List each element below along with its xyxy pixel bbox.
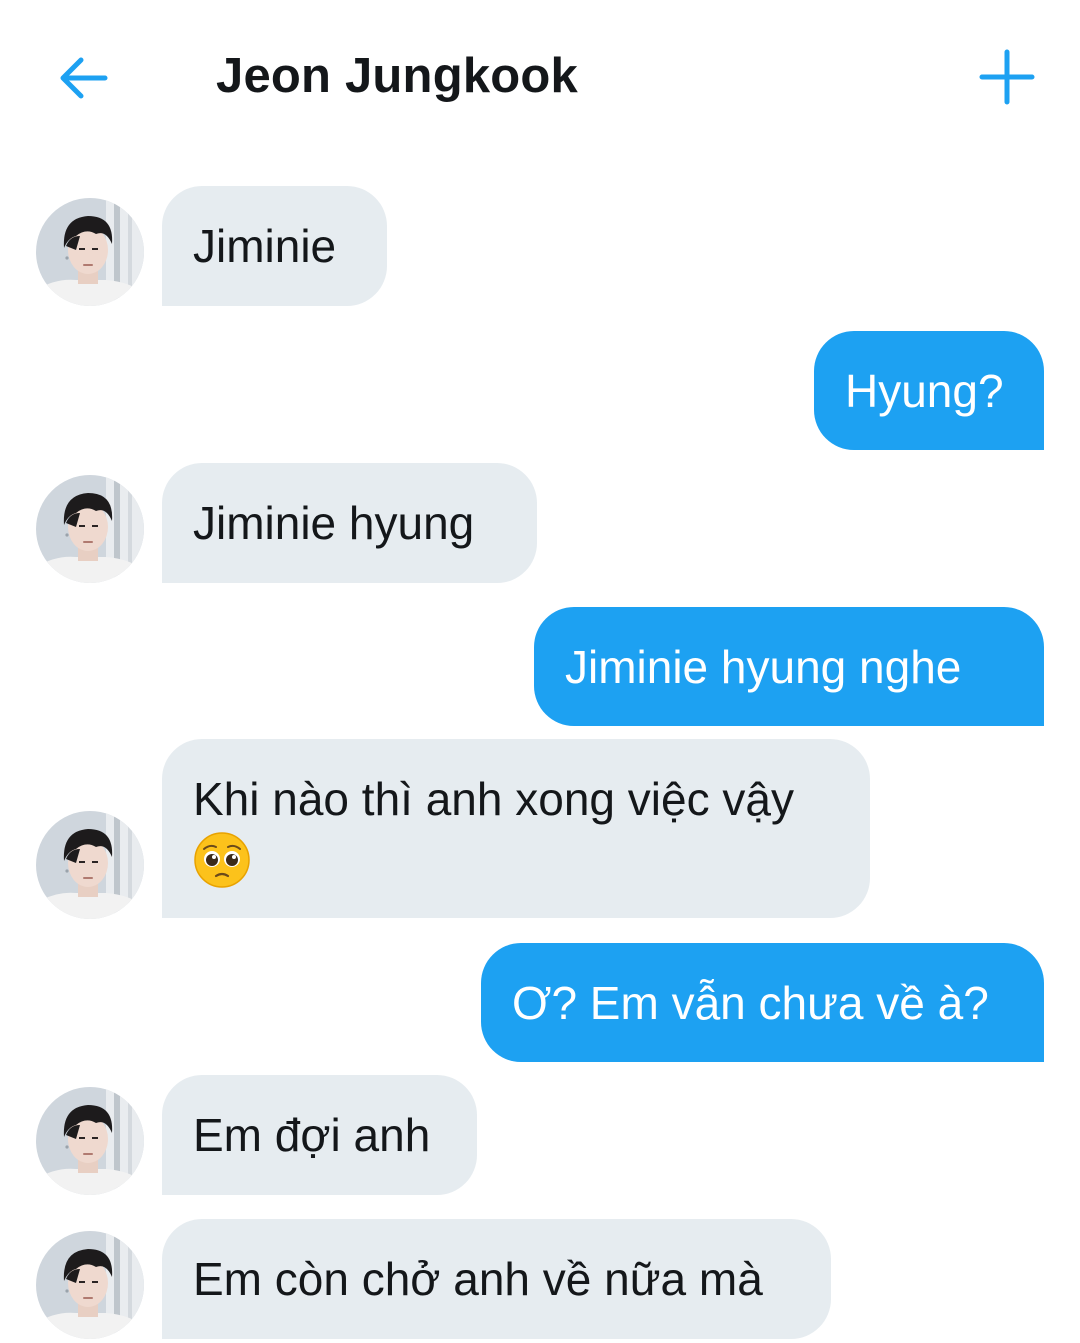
chat-header: Jeon Jungkook — [0, 0, 1080, 150]
message-text: Hyung? — [845, 364, 1004, 417]
incoming-message[interactable]: Khi nào thì anh xong việc vậy — [162, 739, 870, 918]
outgoing-message[interactable]: Ơ? Em vẫn chưa về à? — [481, 943, 1044, 1062]
incoming-message[interactable]: Em đợi anh — [162, 1075, 477, 1195]
message-text: Khi nào thì anh xong việc vậy — [193, 772, 794, 825]
outgoing-message[interactable]: Hyung? — [814, 331, 1044, 450]
contact-avatar[interactable] — [36, 475, 144, 583]
contact-avatar[interactable] — [36, 1087, 144, 1195]
incoming-message[interactable]: Em còn chở anh về nữa mà — [162, 1219, 831, 1339]
message-text: Jiminie — [193, 220, 337, 272]
message-text: Jiminie hyung nghe — [565, 640, 962, 693]
pleading-face-emoji — [193, 831, 251, 889]
arrow-left-icon — [60, 57, 108, 99]
message-text: Em còn chở anh về nữa mà — [193, 1253, 763, 1305]
incoming-message[interactable]: Jiminie hyung — [162, 463, 537, 583]
outgoing-message[interactable]: Jiminie hyung nghe — [534, 607, 1044, 726]
contact-avatar[interactable] — [36, 1231, 144, 1339]
contact-avatar[interactable] — [36, 198, 144, 306]
conversation-title: Jeon Jungkook — [216, 49, 578, 103]
incoming-message[interactable]: Jiminie — [162, 186, 387, 306]
message-text: Jiminie hyung — [193, 497, 475, 549]
message-text: Ơ? Em vẫn chưa về à? — [512, 976, 989, 1029]
message-text: Em đợi anh — [193, 1109, 431, 1161]
plus-icon — [979, 49, 1035, 105]
add-button[interactable] — [973, 43, 1041, 111]
contact-avatar[interactable] — [36, 811, 144, 919]
back-button[interactable] — [50, 45, 116, 111]
